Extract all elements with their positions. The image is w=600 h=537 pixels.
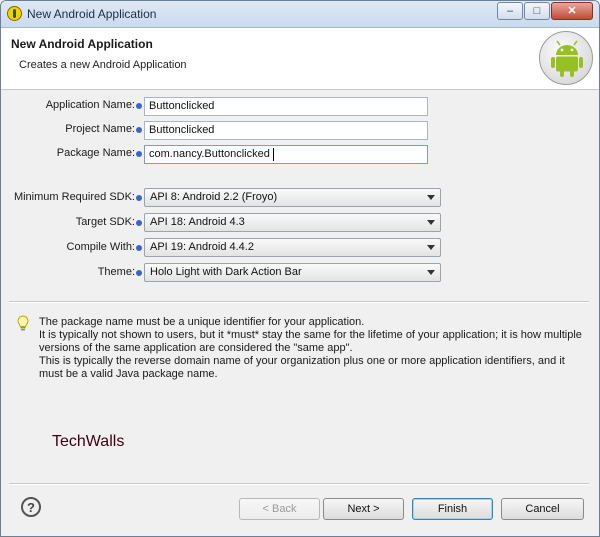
text-caret: [273, 148, 274, 161]
help-line: versions of the same application are con…: [39, 342, 353, 354]
new-android-application-dialog: New Android Application – □ ✕ New Androi…: [0, 0, 600, 537]
target-sdk-value: API 18: Android 4.3: [150, 216, 245, 228]
package-name-label: Package Name:: [56, 147, 135, 159]
target-sdk-label: Target SDK:: [75, 216, 135, 228]
theme-select[interactable]: Holo Light with Dark Action Bar: [144, 263, 441, 282]
chevron-down-icon: [427, 220, 435, 225]
compile-with-info-icon: [136, 245, 142, 251]
theme-info-icon: [136, 270, 142, 276]
chevron-down-icon: [427, 270, 435, 275]
compile-with-value: API 19: Android 4.4.2: [150, 241, 254, 253]
wizard-subtitle: Creates a new Android Application: [19, 59, 187, 71]
package-name-help-text: The package name must be a unique identi…: [39, 316, 594, 381]
lightbulb-icon: [17, 315, 29, 331]
finish-button[interactable]: Finish: [412, 498, 493, 520]
window-title: New Android Application: [27, 7, 157, 21]
chevron-down-icon: [427, 195, 435, 200]
application-name-label: Application Name:: [45, 99, 135, 111]
minimum-sdk-value: API 8: Android 2.2 (Froyo): [150, 191, 278, 203]
footer-divider: [9, 483, 589, 485]
back-button[interactable]: < Back: [239, 498, 320, 520]
target-sdk-info-icon: [136, 220, 142, 226]
window-controls: – □ ✕: [496, 2, 593, 20]
help-line: This is typically the reverse domain nam…: [39, 355, 565, 367]
android-robot-icon: [539, 31, 593, 85]
techwalls-watermark: TechWalls: [52, 433, 125, 450]
eclipse-app-icon: [7, 6, 22, 21]
chevron-down-icon: [427, 245, 435, 250]
target-sdk-select[interactable]: API 18: Android 4.3: [144, 213, 441, 232]
wizard-header-banner: New Android Application Creates a new An…: [1, 28, 599, 90]
close-button[interactable]: ✕: [551, 2, 593, 20]
help-line: It is typically not shown to users, but …: [39, 329, 582, 341]
compile-with-label: Compile With:: [66, 241, 135, 253]
package-name-input[interactable]: com.nancy.Buttonclicked: [144, 145, 428, 164]
minimum-sdk-label: Minimum Required SDK:: [13, 191, 135, 203]
project-name-label: Project Name:: [65, 123, 135, 135]
section-divider: [9, 301, 589, 303]
help-button[interactable]: ?: [21, 497, 41, 517]
minimize-button[interactable]: –: [497, 2, 523, 20]
help-line: must be a valid Java package name.: [39, 368, 218, 380]
project-name-info-icon: [136, 127, 142, 133]
next-button[interactable]: Next >: [323, 498, 404, 520]
application-name-input[interactable]: Buttonclicked: [144, 97, 428, 116]
theme-value: Holo Light with Dark Action Bar: [150, 266, 302, 278]
minimum-sdk-select[interactable]: API 8: Android 2.2 (Froyo): [144, 188, 441, 207]
project-name-input[interactable]: Buttonclicked: [144, 121, 428, 140]
minimum-sdk-info-icon: [136, 195, 142, 201]
help-line: The package name must be a unique identi…: [39, 316, 365, 328]
application-name-info-icon: [136, 103, 142, 109]
theme-label: Theme:: [97, 266, 135, 278]
compile-with-select[interactable]: API 19: Android 4.4.2: [144, 238, 441, 257]
maximize-button[interactable]: □: [524, 2, 550, 20]
package-name-info-icon: [136, 151, 142, 157]
title-bar[interactable]: New Android Application – □ ✕: [1, 1, 599, 28]
cancel-button[interactable]: Cancel: [501, 498, 584, 520]
wizard-title: New Android Application: [11, 37, 153, 51]
